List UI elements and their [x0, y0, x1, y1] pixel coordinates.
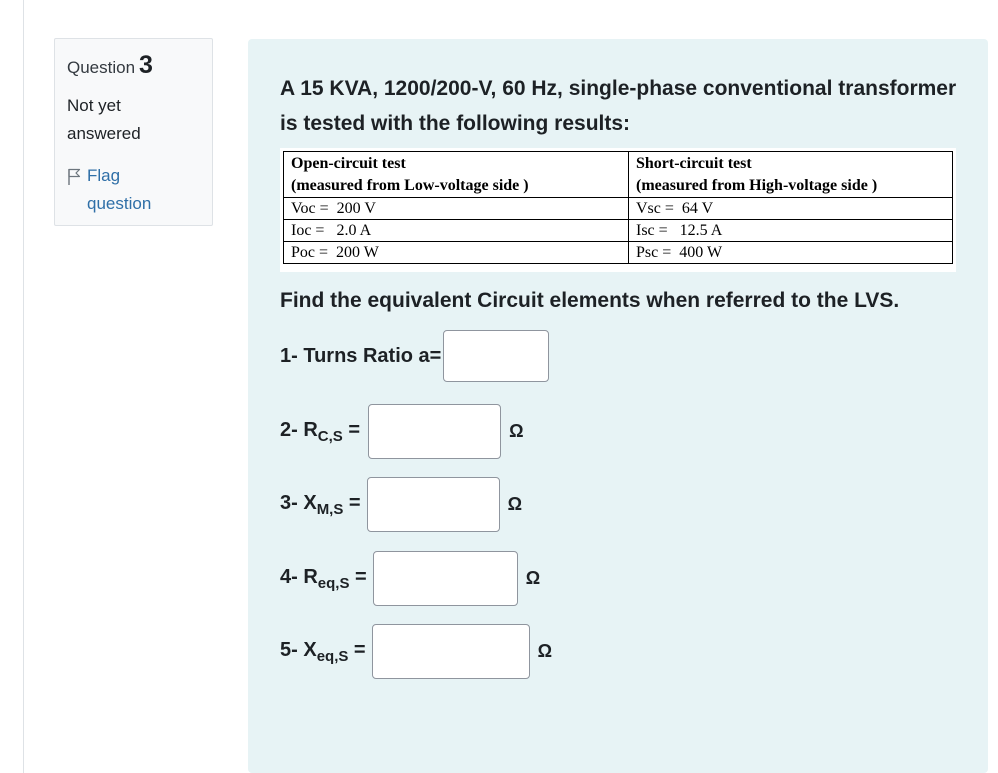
answer-row-turns-ratio: 1- Turns Ratio a= [280, 330, 550, 382]
rc-subscript: C,S [317, 427, 343, 445]
question-number: Question 3 [67, 51, 200, 80]
oc-value-ioc: Ioc = 2.0 A [283, 219, 629, 242]
rc-equals: = [342, 418, 361, 441]
page-left-border [23, 0, 24, 773]
req-label: 4- Req,S = [280, 566, 367, 592]
table-row: Ioc = 2.0 A Isc = 12.5 A [283, 219, 953, 242]
test-results-table: Open-circuit test (measured from Low-vol… [283, 151, 953, 264]
sc-value-psc: Psc = 400 W [628, 241, 953, 264]
xm-unit: Ω [507, 494, 523, 514]
xeq-label: 5- Xeq,S = [280, 639, 366, 665]
flag-question-link[interactable]: Flag question [67, 162, 200, 218]
oc-header-title: Open-circuit test [291, 155, 406, 172]
req-equals: = [349, 565, 367, 588]
xeq-symbol: X [303, 638, 317, 661]
xeq-prefix: 5- [280, 638, 304, 661]
question-number-value: 3 [139, 51, 153, 79]
xm-label: 3- XM,S = [280, 492, 361, 518]
xm-equals: = [343, 491, 361, 514]
oc-value-poc: Poc = 200 W [283, 241, 629, 264]
rc-symbol: R [303, 418, 318, 441]
xm-symbol: X [303, 491, 317, 514]
oc-value-voc: Voc = 200 V [283, 197, 629, 220]
rc-label: 2- RC,S = [280, 419, 360, 445]
sc-value-isc: Isc = 12.5 A [628, 219, 953, 242]
instruction-text: Find the equivalent Circuit elements whe… [280, 289, 900, 312]
table-row: Poc = 200 W Psc = 400 W [283, 241, 953, 264]
sc-value-vsc: Vsc = 64 V [628, 197, 953, 220]
xeq-unit: Ω [537, 641, 553, 661]
req-subscript: eq,S [317, 574, 350, 592]
oc-header-subtitle: (measured from Low-voltage side ) [291, 177, 529, 194]
xm-input[interactable] [366, 477, 500, 532]
req-symbol: R [303, 565, 318, 588]
question-text: A 15 KVA, 1200/200-V, 60 Hz, single-phas… [280, 77, 957, 135]
sc-header-title: Short-circuit test [636, 155, 752, 172]
answer-row-xm: 3- XM,S = Ω [280, 477, 522, 532]
answer-row-req: 4- Req,S = Ω [280, 551, 540, 606]
table-row: Voc = 200 V Vsc = 64 V [283, 197, 953, 220]
turns-ratio-input[interactable] [443, 330, 550, 382]
question-state: Not yet answered [67, 96, 141, 143]
rc-input[interactable] [368, 404, 502, 459]
turns-ratio-label: 1- Turns Ratio a= [280, 344, 442, 367]
question-content: A 15 KVA, 1200/200-V, 60 Hz, single-phas… [248, 39, 988, 773]
sc-header-cell: Short-circuit test (measured from High-v… [628, 151, 953, 198]
oc-header-cell: Open-circuit test (measured from Low-vol… [283, 151, 629, 198]
rc-unit: Ω [509, 421, 524, 441]
req-input[interactable] [372, 551, 518, 606]
xeq-subscript: eq,S [316, 647, 349, 665]
rc-prefix: 2- [280, 418, 304, 441]
answer-row-xeq: 5- Xeq,S = Ω [280, 624, 552, 679]
question-info-panel: Question 3 Not yet answered Flag question [54, 38, 213, 226]
xeq-equals: = [348, 638, 366, 661]
question-label: Question [67, 58, 136, 77]
sc-header-subtitle: (measured from High-voltage side ) [636, 177, 878, 194]
results-table-container: Open-circuit test (measured from Low-vol… [280, 148, 956, 272]
answer-row-rc: 2- RC,S = Ω [280, 404, 524, 459]
flag-icon [68, 168, 81, 185]
req-prefix: 4- [280, 565, 304, 588]
xm-subscript: M,S [316, 500, 344, 518]
xm-prefix: 3- [280, 491, 304, 514]
xeq-input[interactable] [371, 624, 530, 679]
req-unit: Ω [525, 568, 541, 588]
flag-question-label: Flag question [87, 166, 152, 213]
